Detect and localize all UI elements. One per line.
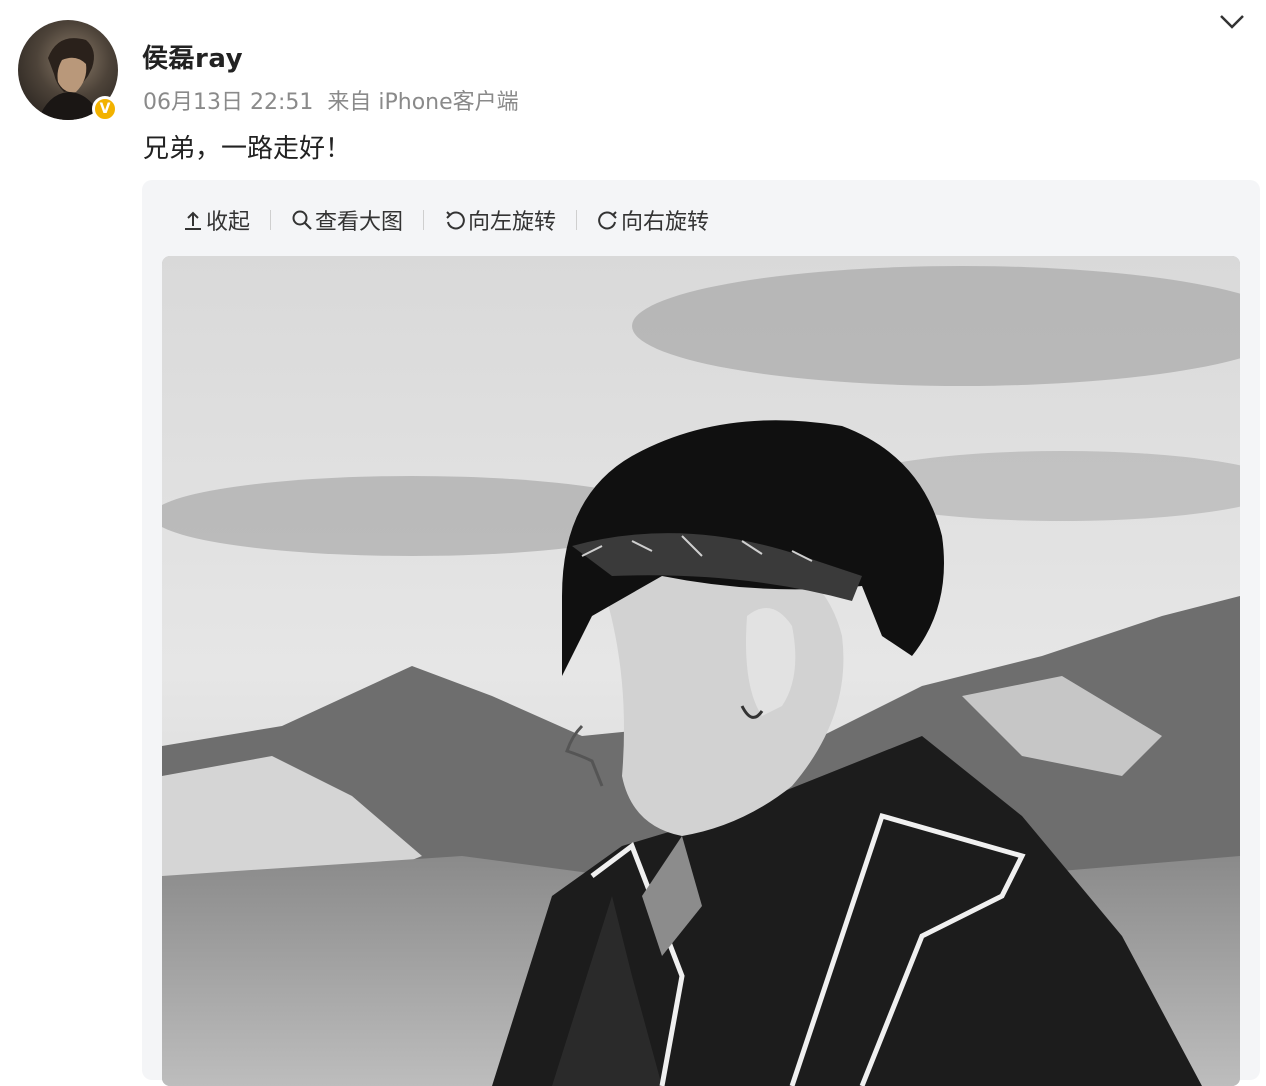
toolbar-divider [423, 210, 425, 230]
username[interactable]: 侯磊ray [142, 38, 243, 75]
chevron-down-icon[interactable] [1218, 10, 1246, 32]
rotate-left-label: 向左旋转 [468, 210, 557, 235]
arrow-up-icon [185, 211, 201, 230]
rotate-left-icon [446, 211, 465, 230]
rotate-right-label: 向右旋转 [621, 210, 710, 235]
post-text: 兄弟，一路走好！ [143, 134, 352, 164]
rotate-left-button[interactable]: 向左旋转 [444, 204, 556, 236]
collapse-button[interactable]: 收起 [182, 204, 250, 236]
view-large-label: 查看大图 [315, 210, 404, 235]
toolbar-divider [270, 210, 272, 230]
post-meta: 06月13日 22:51 来自 iPhone客户端 [143, 84, 519, 116]
collapse-label: 收起 [206, 210, 251, 235]
post-date[interactable]: 06月13日 22:51 [143, 90, 313, 115]
verified-badge-icon: V [92, 96, 118, 122]
post-photo[interactable] [162, 256, 1240, 1086]
magnifier-icon [292, 210, 312, 230]
rotate-right-icon [598, 211, 617, 230]
toolbar-divider [576, 210, 578, 230]
media-card: 收起 查看大图 向左旋转 向右旋转 [142, 180, 1260, 1086]
image-toolbar: 收起 查看大图 向左旋转 向右旋转 [182, 198, 709, 242]
view-large-button[interactable]: 查看大图 [291, 204, 403, 236]
post-source: 来自 iPhone客户端 [327, 90, 519, 115]
rotate-right-button[interactable]: 向右旋转 [597, 204, 709, 236]
weibo-post: V 侯磊ray 06月13日 22:51 来自 iPhone客户端 兄弟，一路走好… [0, 0, 1266, 1086]
